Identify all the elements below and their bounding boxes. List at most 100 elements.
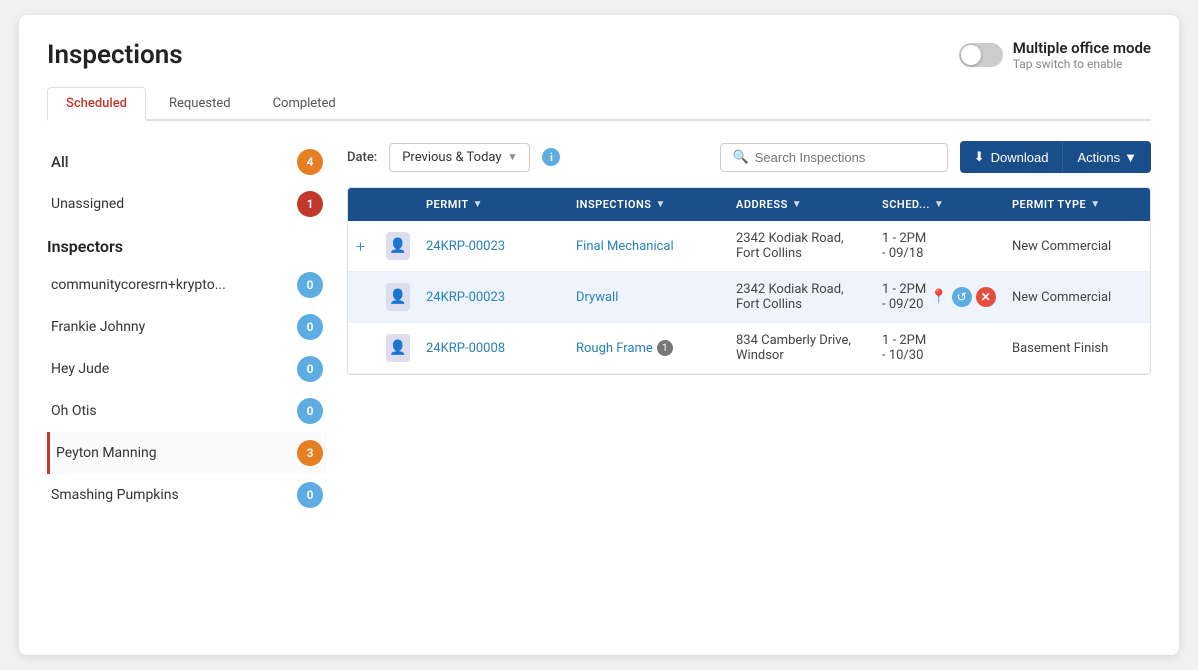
td-avatar: 👤 [378,273,418,321]
sidebar-item-inspector[interactable]: Peyton Manning 3 [47,432,327,474]
permit-type-text: Basement Finish [1012,341,1108,356]
permit-link[interactable]: 24KRP-00023 [426,290,505,305]
inspector-badge: 0 [297,314,323,340]
right-panel: Date: Previous & Today ▼ i 🔍 ⬇ Download [347,141,1151,516]
table-body: + 👤 24KRP-00023 Final Mechanical 2342 Kodiak… [348,221,1150,374]
notification-badge: 1 [657,340,673,356]
action-buttons: ⬇ Download Actions ▼ [960,141,1151,173]
td-address: 2342 Kodiak Road,Fort Collins [728,272,874,322]
inspector-name: Peyton Manning [56,445,157,461]
inspector-badge: 0 [297,356,323,382]
inspector-list: communitycoresrn+krypto... 0 Frankie Joh… [47,264,327,516]
date-value: Previous & Today [402,150,501,165]
sidebar-item-all[interactable]: All 4 [47,141,327,183]
td-plus [348,338,378,358]
permit-type-text: New Commercial [1012,239,1111,254]
td-address: 2342 Kodiak Road,Fort Collins [728,221,874,271]
td-address: 834 Camberly Drive,Windsor [728,323,874,373]
unassigned-badge: 1 [297,191,323,217]
inspections-filter-icon[interactable]: ▼ [655,199,665,210]
tab-requested[interactable]: Requested [150,87,250,119]
td-inspection[interactable]: Rough Frame 1 [568,330,728,366]
table-row: 👤 24KRP-00008 Rough Frame 1 834 Camberly Dri… [348,323,1150,374]
tab-scheduled[interactable]: Scheduled [47,87,146,121]
td-sched: 1 - 2PM - 09/20 📍 ↺✕ [874,272,1004,322]
all-label: All [51,153,69,171]
address-filter-icon[interactable]: ▼ [792,199,802,210]
th-inspections: INSPECTIONS ▼ [568,188,728,221]
sched-date: - 09/20 [882,297,926,312]
inspectors-header: Inspectors [47,237,327,256]
sidebar-item-inspector[interactable]: Frankie Johnny 0 [47,306,327,348]
sched-info: 1 - 2PM - 09/18 [882,231,926,261]
sidebar: All 4 Unassigned 1 Inspectors communityc… [47,141,347,516]
inspections-table: PERMIT ▼ INSPECTIONS ▼ ADDRESS ▼ SCHED..… [347,187,1151,375]
inspector-name: Oh Otis [51,403,97,419]
download-button[interactable]: ⬇ Download [960,141,1063,173]
search-box[interactable]: 🔍 [720,143,948,172]
all-badge: 4 [297,149,323,175]
undo-icon[interactable]: ↺ [952,287,972,307]
td-inspection[interactable]: Final Mechanical [568,229,728,264]
td-permit[interactable]: 24KRP-00023 [418,280,568,315]
main-content: All 4 Unassigned 1 Inspectors communityc… [47,141,1151,516]
permit-type-filter-icon[interactable]: ▼ [1090,199,1100,210]
sidebar-item-inspector[interactable]: communitycoresrn+krypto... 0 [47,264,327,306]
th-plus [348,188,378,221]
inspection-link[interactable]: Final Mechanical [576,239,674,254]
tab-completed[interactable]: Completed [254,87,355,119]
sched-date: - 10/30 [882,348,926,363]
td-permit[interactable]: 24KRP-00023 [418,229,568,264]
search-input[interactable] [755,150,935,165]
th-permit-type: PERMIT TYPE ▼ [1004,188,1150,221]
pin-icon[interactable]: 📍 [930,289,947,305]
sched-time: 1 - 2PM [882,333,926,348]
permit-link[interactable]: 24KRP-00008 [426,341,505,356]
multiple-office-text: Multiple office mode Tap switch to enabl… [1013,39,1151,71]
plus-button[interactable]: + [356,237,365,256]
inspector-badge: 0 [297,272,323,298]
sched-filter-icon[interactable]: ▼ [934,199,944,210]
sidebar-item-inspector[interactable]: Hey Jude 0 [47,348,327,390]
avatar: 👤 [386,283,410,311]
inspector-name: communitycoresrn+krypto... [51,277,226,293]
sched-info: 1 - 2PM - 10/30 [882,333,926,363]
tabs-bar: Scheduled Requested Completed [47,87,1151,121]
address-text: 2342 Kodiak Road,Fort Collins [736,231,844,261]
row-icons: 📍 ↺✕ [930,287,995,307]
actions-button[interactable]: Actions ▼ [1062,141,1151,173]
td-sched: 1 - 2PM - 09/18 [874,221,1004,271]
td-permit-type: Basement Finish [1004,331,1150,366]
td-permit[interactable]: 24KRP-00008 [418,331,568,366]
sidebar-item-inspector[interactable]: Oh Otis 0 [47,390,327,432]
td-permit-type: New Commercial [1004,229,1150,264]
unassigned-label: Unassigned [51,196,124,212]
td-avatar: 👤 [378,222,418,270]
td-sched: 1 - 2PM - 10/30 [874,323,1004,373]
page-title: Inspections [47,40,183,70]
permit-link[interactable]: 24KRP-00023 [426,239,505,254]
th-sched: SCHED... ▼ [874,188,1004,221]
td-permit-type: New Commercial [1004,280,1150,315]
sidebar-item-inspector[interactable]: Smashing Pumpkins 0 [47,474,327,516]
actions-chevron-icon: ▼ [1124,150,1137,165]
date-chevron-icon: ▼ [508,152,518,163]
multiple-office-subtitle: Tap switch to enable [1013,57,1151,71]
td-inspection[interactable]: Drywall [568,280,728,315]
td-plus[interactable]: + [348,227,378,266]
inspection-link[interactable]: Drywall [576,290,618,305]
th-avatar [378,188,418,221]
sched-info: 1 - 2PM - 09/20 [882,282,926,312]
permit-filter-icon[interactable]: ▼ [473,199,483,210]
td-avatar: 👤 [378,324,418,372]
date-label: Date: [347,150,377,165]
top-bar: Inspections Multiple office mode Tap swi… [47,39,1151,71]
info-icon[interactable]: i [542,148,560,166]
date-select[interactable]: Previous & Today ▼ [389,143,530,172]
close-icon[interactable]: ✕ [976,287,996,307]
sidebar-item-unassigned[interactable]: Unassigned 1 [47,183,327,225]
td-plus [348,287,378,307]
table-header: PERMIT ▼ INSPECTIONS ▼ ADDRESS ▼ SCHED..… [348,188,1150,221]
inspection-link[interactable]: Rough Frame [576,341,653,356]
multiple-office-toggle[interactable] [959,43,1003,67]
